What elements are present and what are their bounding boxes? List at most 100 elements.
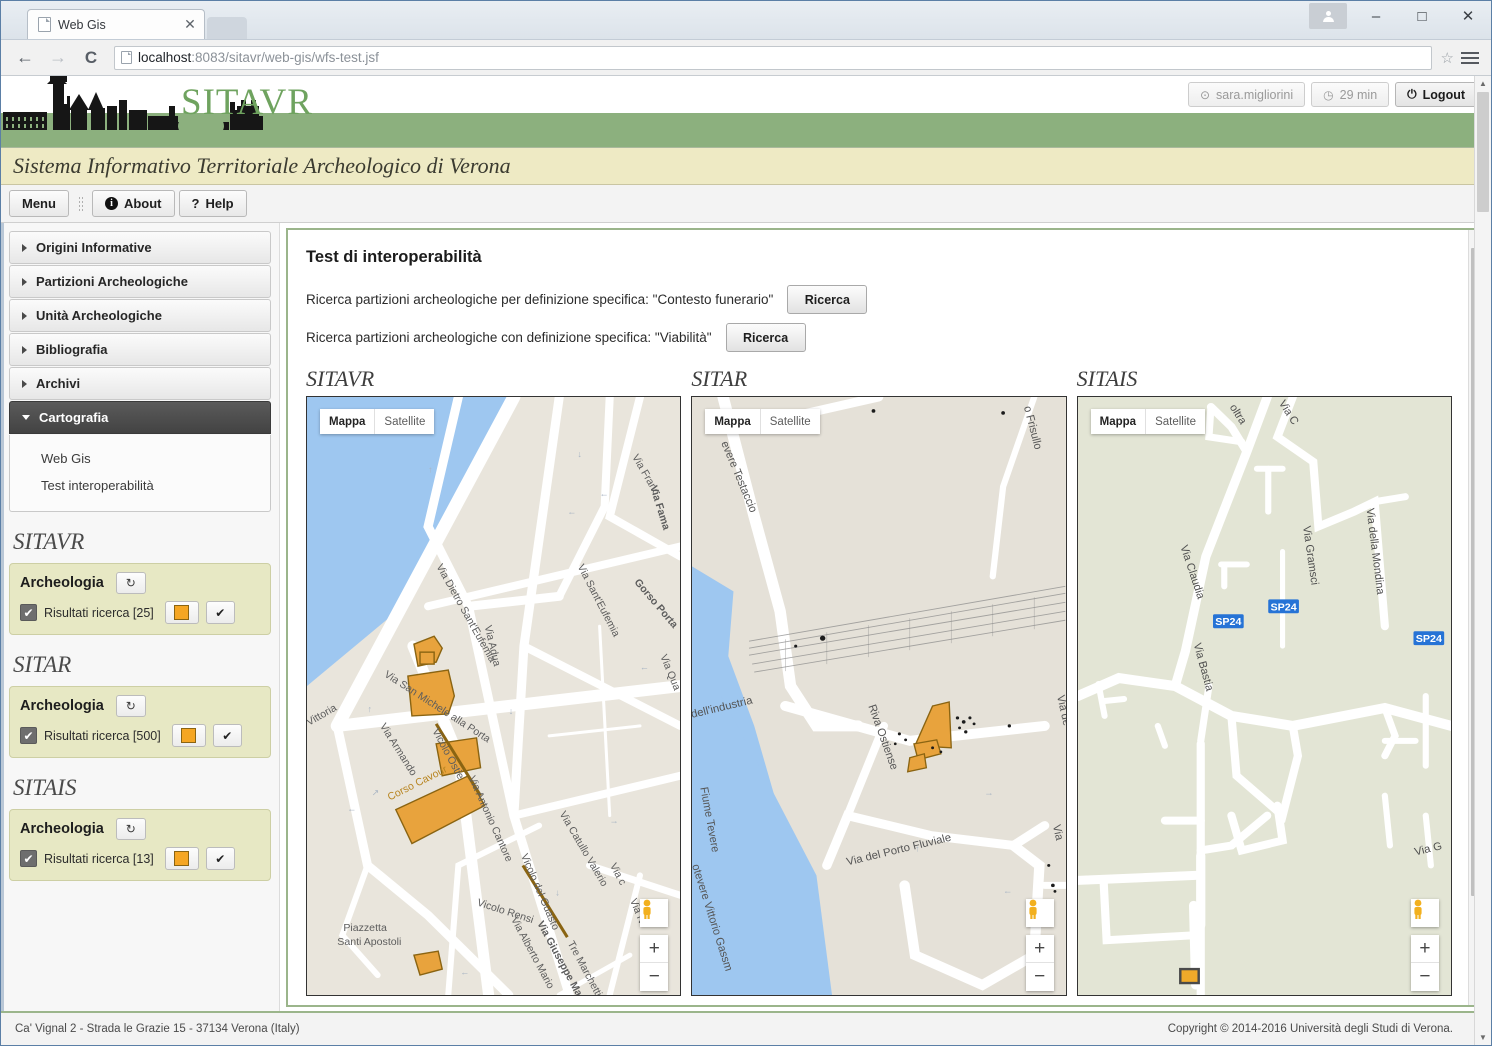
url-host: localhost	[138, 50, 192, 65]
zoom-out-button[interactable]: −	[1026, 963, 1054, 991]
maptype-mappa-button[interactable]: Mappa	[320, 409, 376, 434]
maptype-satellite-button[interactable]: Satellite	[761, 409, 820, 434]
layer-apply-button[interactable]: ✔	[212, 724, 242, 747]
chevron-right-icon	[22, 379, 27, 388]
page-favicon-icon	[38, 17, 51, 32]
forward-icon[interactable]: →	[44, 44, 72, 72]
zoom-controls-sitar[interactable]: + −	[1025, 935, 1054, 991]
pegman-icon[interactable]	[1025, 899, 1054, 927]
logout-button[interactable]: ⏻ Logout	[1395, 82, 1477, 107]
menu-button[interactable]: Menu	[9, 190, 69, 217]
refresh-icon[interactable]: ↻	[115, 818, 146, 840]
layer-row: ✔ Risultati ricerca [500] ✔	[20, 724, 260, 747]
layer-group-title-sitais: SITAIS	[13, 775, 77, 800]
map-title-sitar: SITAR	[691, 366, 748, 391]
layer-row: ✔ Risultati ricerca [25] ✔	[20, 601, 260, 624]
layer-color-button[interactable]	[171, 724, 206, 747]
svg-text:↓: ↓	[509, 706, 514, 716]
layer-color-button[interactable]	[164, 847, 199, 870]
submenu-item-test-interoperabilita[interactable]: Test interoperabilità	[10, 472, 270, 499]
sidebar-accordion: Origini Informative Partizioni Archeolog…	[9, 231, 271, 512]
layer-name: Archeologia	[20, 575, 104, 591]
layer-apply-button[interactable]: ✔	[205, 601, 235, 624]
refresh-icon[interactable]: ↻	[115, 572, 146, 594]
layer-header: Archeologia ↻	[20, 695, 260, 717]
maptype-switcher-sitavr[interactable]: Mappa Satellite	[320, 409, 435, 434]
zoom-out-button[interactable]: −	[1411, 963, 1439, 991]
profile-avatar-icon[interactable]	[1309, 3, 1347, 29]
maptype-switcher-sitar[interactable]: Mappa Satellite	[705, 409, 820, 434]
sidebar-item-bibliografia[interactable]: Bibliografia	[9, 333, 271, 366]
map-canvas-sitar[interactable]: Fiume Tevere Via del Porto Fluviale Riva…	[691, 396, 1067, 996]
sidebar-item-label: Origini Informative	[36, 240, 152, 255]
menu-hamburger-icon[interactable]	[1459, 51, 1481, 64]
svg-text:←: ←	[1003, 886, 1012, 896]
page-scrollbar[interactable]: ▲ ▼	[1474, 76, 1491, 1045]
maptype-switcher-sitais[interactable]: Mappa Satellite	[1090, 409, 1205, 434]
submenu-item-web-gis[interactable]: Web Gis	[10, 445, 270, 472]
about-button[interactable]: i About	[91, 190, 175, 217]
browser-tab[interactable]: Web Gis ✕	[27, 9, 205, 39]
new-tab-button[interactable]	[207, 17, 247, 39]
zoom-controls-sitavr[interactable]: + −	[640, 935, 669, 991]
layer-checkbox[interactable]: ✔	[20, 604, 37, 621]
sidebar-item-origini-informative[interactable]: Origini Informative	[9, 231, 271, 264]
page-scroll-thumb[interactable]	[1477, 92, 1489, 212]
sidebar-item-partizioni-archeologiche[interactable]: Partizioni Archeologiche	[9, 265, 271, 298]
close-window-button[interactable]: ✕	[1445, 1, 1491, 31]
refresh-icon[interactable]: ↻	[115, 695, 146, 717]
map-canvas-sitais[interactable]: oltra Via C Via Claudia Via Bastia Via G…	[1076, 396, 1452, 996]
maximize-button[interactable]: □	[1399, 1, 1445, 31]
address-bar[interactable]: localhost:8083/sitavr/web-gis/wfs-test.j…	[114, 45, 1432, 70]
layer-box-sitais: Archeologia ↻ ✔ Risultati ricerca [13] ✔	[9, 809, 271, 881]
sidebar-item-label: Cartografia	[39, 410, 109, 425]
info-icon: i	[104, 197, 118, 210]
content-inner: Test di interoperabilità Ricerca partizi…	[288, 230, 1468, 1005]
maptype-satellite-button[interactable]: Satellite	[375, 409, 434, 434]
svg-text:↑: ↑	[368, 704, 373, 714]
svg-text:SP24: SP24	[1415, 633, 1441, 645]
url-text: localhost:8083/sitavr/web-gis/wfs-test.j…	[138, 50, 379, 65]
layer-checkbox[interactable]: ✔	[20, 850, 37, 867]
layer-color-button[interactable]	[164, 601, 199, 624]
reload-icon[interactable]: C	[77, 44, 105, 72]
zoom-in-button[interactable]: +	[640, 935, 669, 963]
sidebar-item-cartografia[interactable]: Cartografia	[9, 401, 271, 434]
zoom-controls-sitais[interactable]: + −	[1410, 935, 1439, 991]
pegman-icon[interactable]	[640, 899, 669, 927]
svg-text:↑: ↑	[915, 844, 920, 854]
sidebar-item-unita-archeologiche[interactable]: Unità Archeologiche	[9, 299, 271, 332]
browser-navbar: ← → C localhost:8083/sitavr/web-gis/wfs-…	[1, 40, 1491, 76]
maptype-mappa-button[interactable]: Mappa	[1091, 409, 1147, 434]
layer-apply-button[interactable]: ✔	[205, 847, 235, 870]
zoom-in-button[interactable]: +	[1025, 935, 1054, 963]
help-button[interactable]: ? Help	[178, 190, 247, 217]
sidebar-item-archivi[interactable]: Archivi	[9, 367, 271, 400]
ricerca-button-viabilita[interactable]: Ricerca	[725, 323, 806, 352]
page-scroll-up-arrow-icon[interactable]: ▲	[1479, 76, 1487, 88]
pegman-icon[interactable]	[1410, 899, 1439, 927]
maps-row: SITAVR Via Dietro Sant'Eufemia Via San M…	[306, 366, 1452, 996]
page-scroll-down-arrow-icon[interactable]: ▼	[1479, 1033, 1487, 1045]
layer-checkbox[interactable]: ✔	[20, 727, 37, 744]
svg-text:←: ←	[600, 489, 609, 499]
maptype-mappa-button[interactable]: Mappa	[705, 409, 761, 434]
toolbar-grip[interactable]	[77, 195, 83, 212]
layer-name: Archeologia	[20, 821, 104, 837]
chevron-right-icon	[22, 243, 27, 252]
map-canvas-sitavr[interactable]: Via Dietro Sant'Eufemia Via San Michele …	[306, 396, 682, 996]
back-icon[interactable]: ←	[11, 44, 39, 72]
zoom-in-button[interactable]: +	[1410, 935, 1439, 963]
svg-text:→: →	[610, 816, 619, 826]
layer-box-sitar: Archeologia ↻ ✔ Risultati ricerca [500] …	[9, 686, 271, 758]
sitavr-logo: SITAVR	[181, 82, 313, 123]
ricerca-button-contesto-funerario[interactable]: Ricerca	[787, 285, 868, 314]
zoom-out-button[interactable]: −	[640, 963, 668, 991]
browser-titlebar: Web Gis ✕ – □ ✕	[1, 1, 1491, 40]
sidebar-item-label: Archivi	[36, 376, 81, 391]
close-icon[interactable]: ✕	[182, 17, 198, 33]
bookmark-star-icon[interactable]: ☆	[1441, 49, 1454, 67]
minimize-button[interactable]: –	[1353, 1, 1399, 31]
maptype-satellite-button[interactable]: Satellite	[1146, 409, 1205, 434]
url-path: :8083/sitavr/web-gis/wfs-test.jsf	[191, 50, 379, 65]
